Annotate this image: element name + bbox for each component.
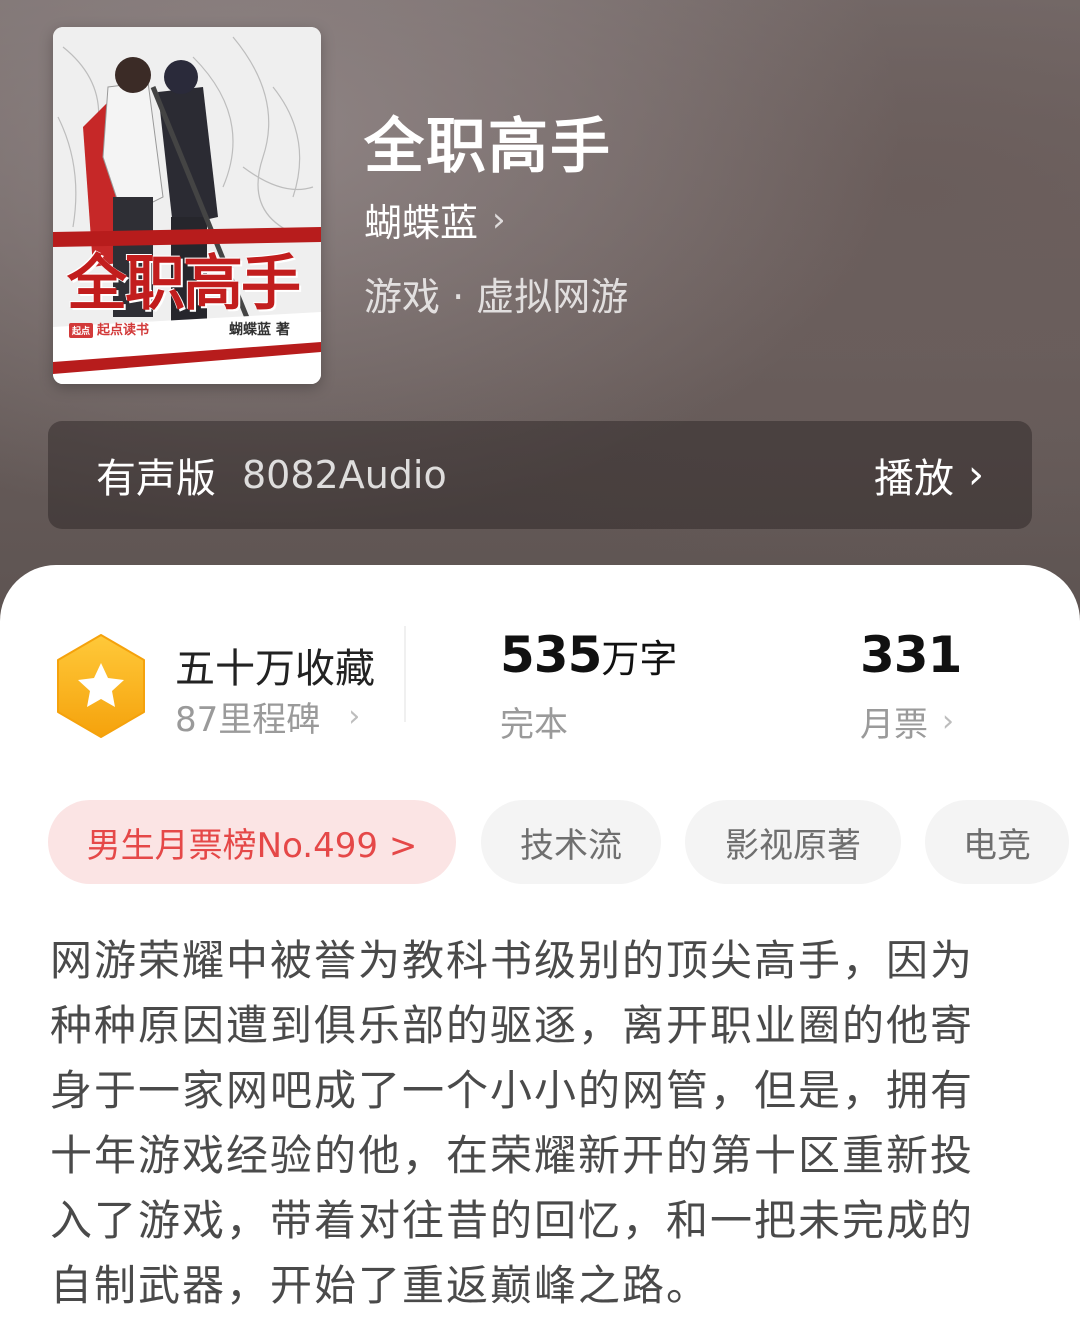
play-label: 播放 xyxy=(874,456,954,502)
collection-title: 五十万收藏 xyxy=(175,646,375,692)
monthly-ticket-label: 月票 xyxy=(860,705,928,745)
chevron-right-icon: › xyxy=(942,704,954,739)
monthly-ticket-count: 331 xyxy=(860,626,962,684)
tag-technical[interactable]: 技术流 xyxy=(481,800,661,884)
ranking-tag[interactable]: 男生月票榜No.499 > xyxy=(48,800,456,884)
chevron-right-icon: › xyxy=(348,699,361,734)
cover-author-credit: 蝴蝶蓝 著 xyxy=(229,322,290,338)
milestone-label: 87里程碑 xyxy=(175,700,321,740)
cover-publisher: 起点 起点读书 xyxy=(69,319,149,338)
book-cover[interactable]: 全职高手 起点 起点读书 蝴蝶蓝 著 xyxy=(53,27,321,384)
word-count: 535万字 xyxy=(500,626,677,684)
book-title: 全职高手 xyxy=(364,112,612,182)
audio-label: 有声版 xyxy=(96,456,216,502)
milestone-link[interactable]: 87里程碑 › xyxy=(175,692,360,741)
tag-esports[interactable]: 电竞 xyxy=(925,800,1069,884)
genre-label: 游戏 · 虚拟网游 xyxy=(364,275,629,319)
description-line: 身于一家网吧成了一个小小的网管，但是，拥有 xyxy=(50,1066,975,1115)
word-count-number: 535 xyxy=(500,626,602,684)
publisher-logo: 起点 xyxy=(69,323,94,338)
description-line: 入了游戏，带着对往昔的回忆，和一把未完成的 xyxy=(50,1196,975,1245)
description-line: 种种原因遭到俱乐部的驱逐，离开职业圈的他寄 xyxy=(50,1001,975,1050)
stats-divider xyxy=(404,626,406,722)
cover-title: 全职高手 xyxy=(67,249,301,319)
tag-adaptation[interactable]: 影视原著 xyxy=(685,800,901,884)
publisher-name: 起点读书 xyxy=(97,323,150,338)
chevron-right-icon: › xyxy=(968,452,984,498)
author-link[interactable]: 蝴蝶蓝 › xyxy=(364,192,506,247)
author-name: 蝴蝶蓝 xyxy=(364,201,479,245)
monthly-ticket-link[interactable]: 月票 › xyxy=(860,697,954,746)
completion-status: 完本 xyxy=(500,705,568,745)
description-line: 网游荣耀中被誉为教科书级别的顶尖高手，因为 xyxy=(50,936,975,985)
play-button[interactable]: 播放 › xyxy=(874,446,984,504)
audio-provider: 8082Audio xyxy=(242,453,447,497)
word-count-unit: 万字 xyxy=(601,637,678,681)
audio-version-bar[interactable]: 有声版 8082Audio 播放 › xyxy=(48,421,1032,529)
chevron-right-icon: › xyxy=(492,199,506,240)
description-line: 十年游戏经验的他，在荣耀新开的第十区重新投 xyxy=(50,1131,975,1180)
star-icon xyxy=(57,634,145,738)
book-description: 网游荣耀中被誉为教科书级别的顶尖高手，因为 种种原因遭到俱乐部的驱逐，离开职业圈… xyxy=(50,928,1010,1318)
description-line: 自制武器，开始了重返巅峰之路。 xyxy=(50,1261,711,1310)
